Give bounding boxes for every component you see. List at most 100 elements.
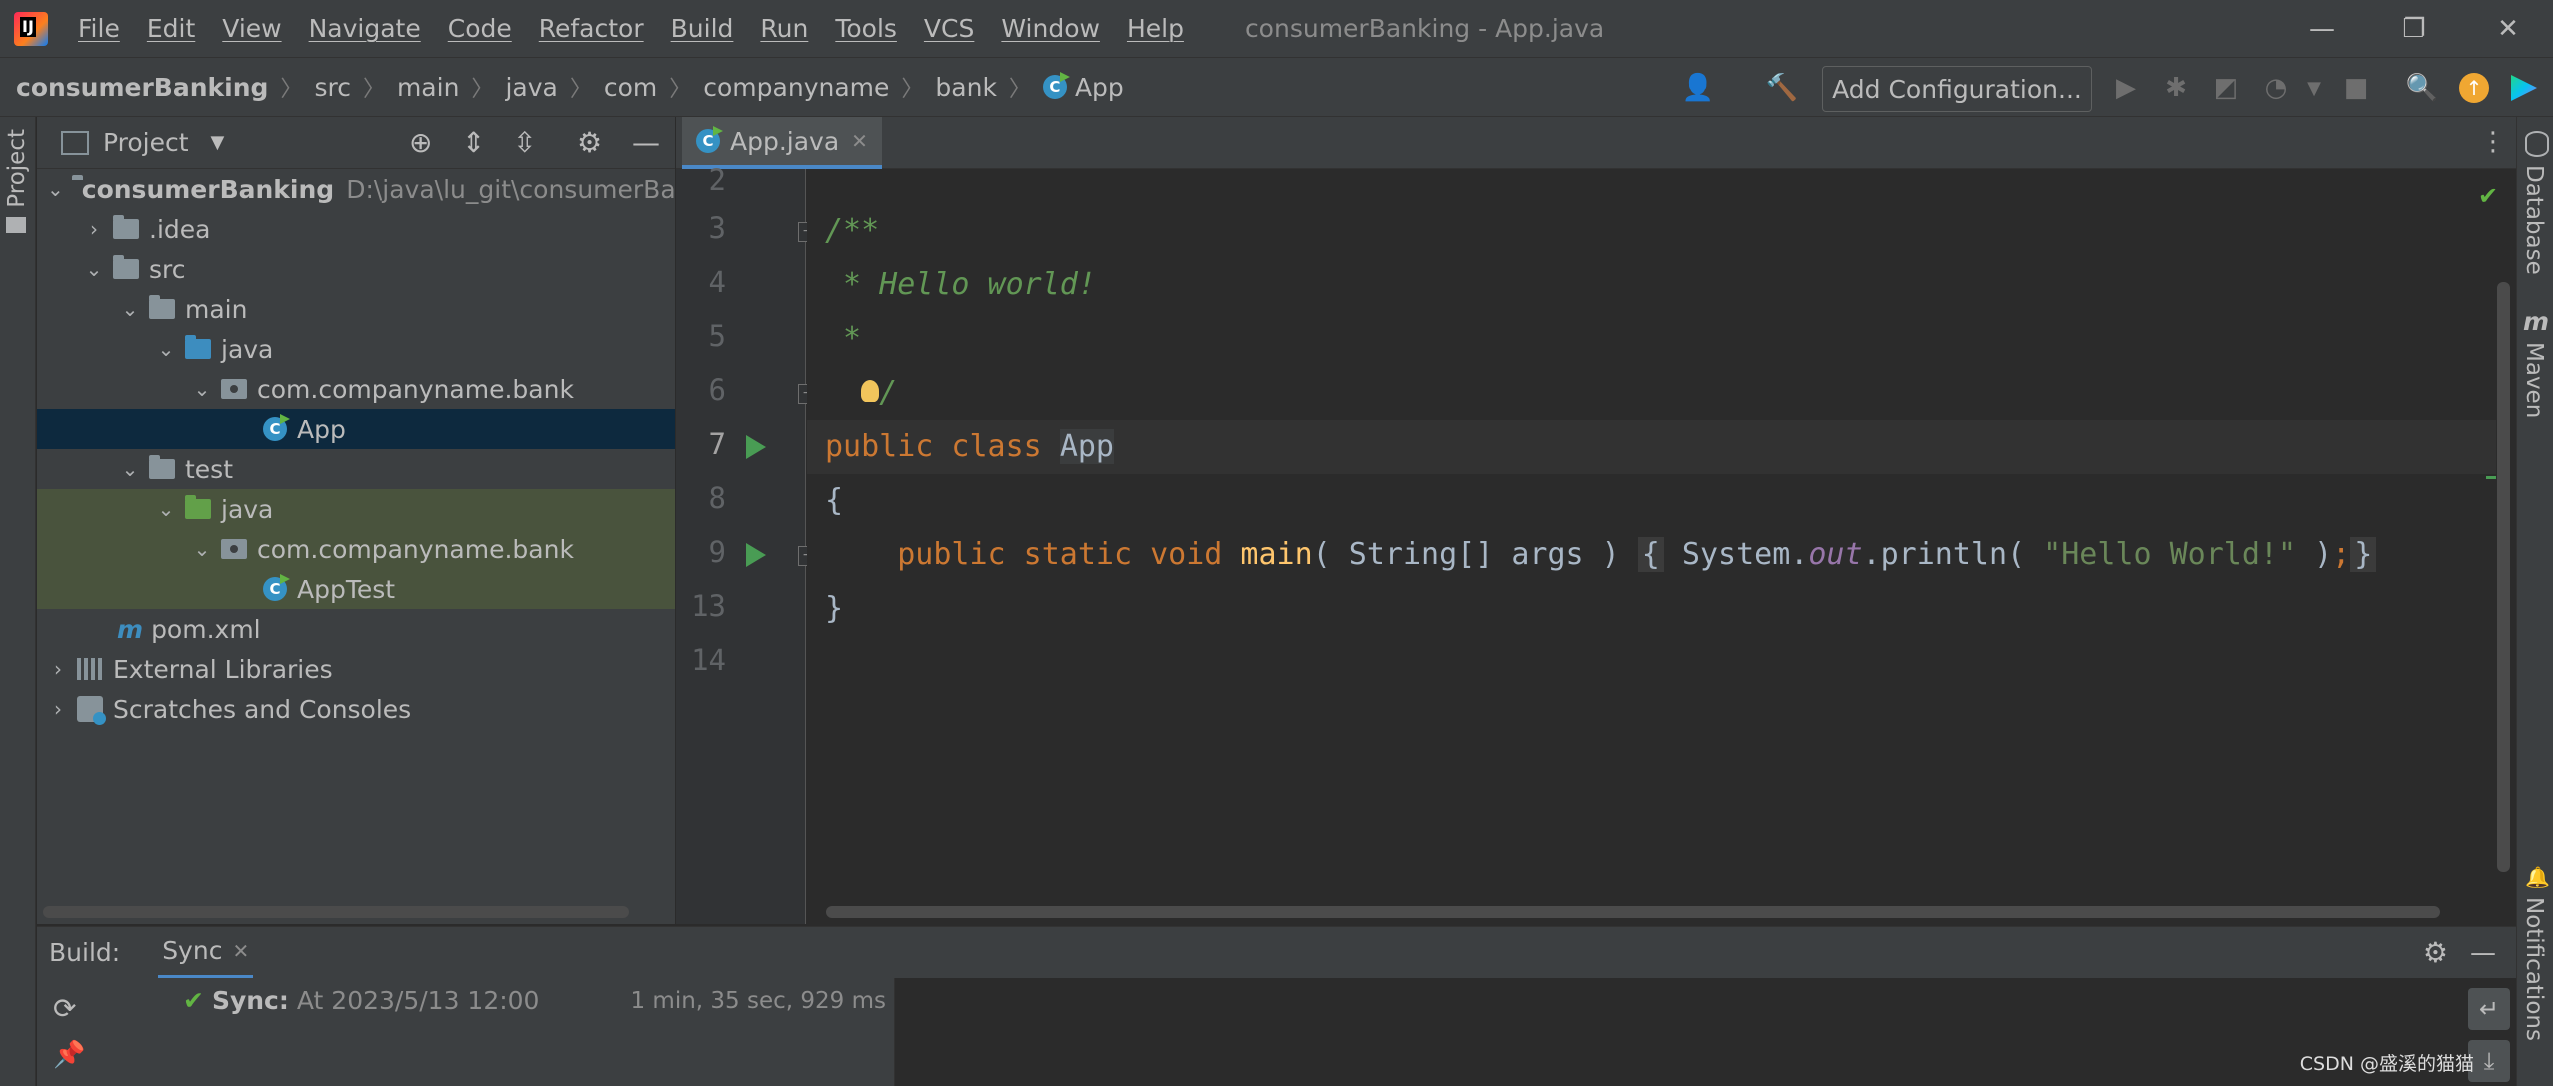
build-hammer-icon[interactable]: 🔨 bbox=[1764, 70, 1800, 106]
run-main-gutter-icon[interactable] bbox=[746, 543, 766, 567]
build-panel-body: ⟳ 📌 ✔ Sync: At 2023/5/13 12:00 1 min, 35… bbox=[37, 978, 2516, 1086]
tree-item-pom[interactable]: m pom.xml bbox=[37, 609, 675, 649]
intention-bulb-icon[interactable] bbox=[861, 379, 880, 402]
locate-icon[interactable]: ⊕ bbox=[409, 126, 432, 159]
tree-item-java-test[interactable]: ⌄ java bbox=[37, 489, 675, 529]
add-configuration-button[interactable]: Add Configuration... bbox=[1822, 66, 2092, 112]
chevron-right-icon[interactable]: › bbox=[47, 697, 69, 721]
profile-icon[interactable]: ◔ bbox=[2258, 70, 2294, 106]
project-tool-window-button[interactable]: Project bbox=[4, 129, 30, 208]
folded-brace[interactable]: { bbox=[1637, 537, 1664, 572]
menu-build[interactable]: Build bbox=[671, 14, 734, 43]
restore-button[interactable]: ❐ bbox=[2374, 0, 2454, 57]
tree-item-package-test[interactable]: ⌄ com.companyname.bank bbox=[37, 529, 675, 569]
menu-window[interactable]: Window bbox=[1001, 14, 1100, 43]
chevron-down-icon[interactable]: ⌄ bbox=[83, 257, 105, 281]
scroll-to-end-icon[interactable]: ⤓ bbox=[2468, 1040, 2510, 1082]
project-panel-title[interactable]: Project bbox=[103, 128, 189, 157]
gear-icon[interactable]: ⚙ bbox=[2423, 936, 2448, 969]
tree-item-src[interactable]: ⌄ src bbox=[37, 249, 675, 289]
menu-refactor[interactable]: Refactor bbox=[539, 14, 644, 43]
pin-icon[interactable]: 📌 bbox=[53, 1040, 85, 1070]
tab-sync[interactable]: Sync ✕ bbox=[158, 927, 254, 979]
sync-refresh-icon[interactable]: ⟳ bbox=[53, 992, 76, 1025]
close-tab-icon[interactable]: ✕ bbox=[851, 129, 868, 153]
chevron-down-icon[interactable]: ⌄ bbox=[119, 297, 141, 321]
gear-icon[interactable]: ⚙ bbox=[577, 126, 602, 159]
soft-wrap-icon[interactable]: ↵ bbox=[2468, 988, 2510, 1030]
chevron-down-icon[interactable]: ⌄ bbox=[155, 337, 177, 361]
tree-item-idea[interactable]: › .idea bbox=[37, 209, 675, 249]
editor-horizontal-scrollbar[interactable] bbox=[826, 906, 2440, 918]
more-tabs-icon[interactable]: ⋮ bbox=[2480, 127, 2506, 157]
breadcrumb-companyname[interactable]: companyname bbox=[703, 73, 889, 102]
user-account-icon[interactable]: 👤 bbox=[1680, 70, 1716, 106]
close-tab-icon[interactable]: ✕ bbox=[232, 939, 249, 963]
tab-app-java[interactable]: C App.java ✕ bbox=[682, 117, 882, 169]
breadcrumb-bank[interactable]: bank bbox=[935, 73, 997, 102]
chevron-down-icon[interactable]: ⌄ bbox=[155, 497, 177, 521]
editor-vertical-scrollbar-track bbox=[2496, 169, 2516, 924]
run-class-gutter-icon[interactable] bbox=[746, 435, 766, 459]
chevron-right-icon[interactable]: › bbox=[47, 657, 69, 681]
sync-result-row[interactable]: ✔ Sync: At 2023/5/13 12:00 bbox=[183, 986, 539, 1015]
toolbox-icon[interactable] bbox=[2506, 70, 2542, 106]
menu-vcs[interactable]: VCS bbox=[924, 14, 974, 43]
tree-horizontal-scrollbar[interactable] bbox=[43, 906, 629, 918]
database-icon bbox=[2525, 131, 2549, 157]
folded-brace[interactable]: } bbox=[2350, 537, 2377, 572]
breadcrumb-java[interactable]: java bbox=[505, 73, 557, 102]
collapse-all-icon[interactable]: ⇳ bbox=[513, 126, 536, 159]
line-number: 4 bbox=[708, 265, 726, 299]
chevron-down-icon[interactable]: ⌄ bbox=[191, 537, 213, 561]
chevron-down-icon[interactable]: ▼ bbox=[211, 132, 225, 153]
editor-vertical-scrollbar[interactable] bbox=[2497, 282, 2510, 872]
menu-view[interactable]: View bbox=[222, 14, 281, 43]
more-run-options-icon[interactable]: ▼ bbox=[2296, 70, 2332, 106]
menu-navigate[interactable]: Navigate bbox=[309, 14, 421, 43]
tree-item-test[interactable]: ⌄ test bbox=[37, 449, 675, 489]
hide-panel-icon[interactable]: — bbox=[2470, 938, 2496, 968]
database-tool-button[interactable]: Database bbox=[2521, 165, 2547, 275]
tree-item-scratches[interactable]: › Scratches and Consoles bbox=[37, 689, 675, 729]
line-number: 8 bbox=[708, 481, 726, 515]
chevron-down-icon[interactable]: ⌄ bbox=[191, 377, 213, 401]
chevron-down-icon[interactable]: ⌄ bbox=[119, 457, 141, 481]
tree-item-java-main[interactable]: ⌄ java bbox=[37, 329, 675, 369]
menu-file[interactable]: File bbox=[78, 14, 120, 43]
minimize-button[interactable]: — bbox=[2282, 0, 2362, 57]
debug-icon[interactable]: ✱ bbox=[2158, 70, 2194, 106]
run-icon[interactable]: ▶ bbox=[2108, 70, 2144, 106]
chevron-down-icon[interactable]: ⌄ bbox=[47, 177, 64, 201]
menu-code[interactable]: Code bbox=[448, 14, 512, 43]
expand-all-icon[interactable]: ⇕ bbox=[462, 126, 485, 159]
menu-tools[interactable]: Tools bbox=[835, 14, 897, 43]
breadcrumb-app[interactable]: App bbox=[1075, 73, 1124, 102]
tree-item-app[interactable]: C App bbox=[37, 409, 675, 449]
menu-run[interactable]: Run bbox=[760, 14, 808, 43]
coverage-icon[interactable]: ◩ bbox=[2208, 70, 2244, 106]
build-toolbar: ⟳ 📌 bbox=[37, 978, 97, 1086]
search-icon[interactable]: 🔍 bbox=[2404, 70, 2440, 106]
method-name: main bbox=[1240, 537, 1313, 572]
maven-tool-button[interactable]: Maven bbox=[2521, 342, 2547, 418]
notifications-tool-button[interactable]: Notifications bbox=[2521, 897, 2547, 1041]
tree-item-consumerbanking[interactable]: ⌄ consumerBanking D:\java\lu_git\consume… bbox=[37, 169, 675, 209]
close-button[interactable]: ✕ bbox=[2468, 0, 2548, 57]
tree-item-package-main[interactable]: ⌄ com.companyname.bank bbox=[37, 369, 675, 409]
hide-panel-icon[interactable]: — bbox=[632, 126, 660, 159]
project-path: D:\java\lu_git\consumerBank bbox=[346, 174, 675, 204]
stop-icon[interactable]: ■ bbox=[2338, 70, 2374, 106]
breadcrumb-project[interactable]: consumerBanking bbox=[16, 73, 268, 102]
tree-item-main[interactable]: ⌄ main bbox=[37, 289, 675, 329]
menu-edit[interactable]: Edit bbox=[147, 14, 195, 43]
breadcrumb-main[interactable]: main bbox=[397, 73, 459, 102]
breadcrumb-com[interactable]: com bbox=[604, 73, 657, 102]
update-icon[interactable]: ↑ bbox=[2456, 70, 2492, 106]
tree-item-apptest[interactable]: C AppTest bbox=[37, 569, 675, 609]
code-editor[interactable]: /** * Hello world! * / public class App … bbox=[807, 169, 2497, 924]
tree-item-external-libraries[interactable]: › External Libraries bbox=[37, 649, 675, 689]
menu-help[interactable]: Help bbox=[1127, 14, 1184, 43]
breadcrumb-src[interactable]: src bbox=[314, 73, 351, 102]
chevron-right-icon[interactable]: › bbox=[83, 217, 105, 241]
